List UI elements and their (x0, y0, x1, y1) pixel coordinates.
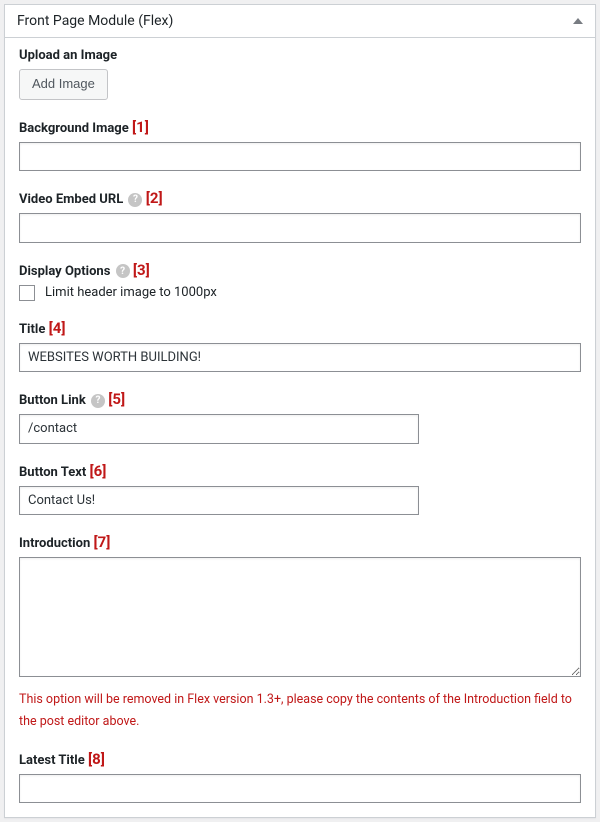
display-options-field: Display Options ? [3] Limit header image… (19, 261, 581, 301)
introduction-textarea[interactable] (19, 557, 581, 677)
title-label: Title [4] (19, 319, 581, 337)
button-link-field: Button Link ? [5] (19, 390, 581, 444)
video-embed-input[interactable] (19, 213, 581, 243)
panel-title: Front Page Module (Flex) (17, 13, 173, 29)
display-options-label-text: Display Options (19, 264, 110, 279)
introduction-label: Introduction [7] (19, 533, 581, 551)
limit-header-checkbox-row[interactable]: Limit header image to 1000px (19, 285, 581, 301)
help-icon[interactable]: ? (91, 394, 105, 408)
help-icon[interactable]: ? (116, 264, 130, 278)
button-link-label-text: Button Link (19, 393, 86, 408)
panel-body: Upload an Image Add Image Background Ima… (5, 38, 595, 817)
help-icon[interactable]: ? (128, 193, 142, 207)
panel-header[interactable]: Front Page Module (Flex) (5, 5, 595, 38)
background-image-label: Background Image [1] (19, 118, 581, 136)
annotation-5: [5] (108, 390, 125, 408)
button-text-input[interactable] (19, 486, 419, 516)
annotation-7: [7] (93, 533, 110, 551)
button-link-label: Button Link ? [5] (19, 390, 581, 408)
latest-title-field: Latest Title [8] (19, 750, 581, 804)
limit-header-checkbox-label: Limit header image to 1000px (45, 285, 217, 300)
add-image-button[interactable]: Add Image (19, 69, 108, 100)
display-options-label: Display Options ? [3] (19, 261, 581, 279)
button-link-input[interactable] (19, 414, 419, 444)
video-embed-label-text: Video Embed URL (19, 192, 123, 207)
annotation-1: [1] (132, 118, 149, 136)
background-image-field: Background Image [1] (19, 118, 581, 172)
introduction-label-text: Introduction (19, 536, 90, 551)
annotation-2: [2] (146, 189, 163, 207)
annotation-4: [4] (49, 319, 66, 337)
introduction-field: Introduction [7] This option will be rem… (19, 533, 581, 732)
latest-title-label: Latest Title [8] (19, 750, 581, 768)
limit-header-checkbox[interactable] (19, 285, 35, 301)
button-text-label-text: Button Text (19, 465, 86, 480)
collapse-icon[interactable] (573, 18, 583, 24)
annotation-6: [6] (89, 462, 106, 480)
annotation-8: [8] (88, 750, 105, 768)
introduction-warning: This option will be removed in Flex vers… (19, 689, 581, 732)
latest-title-input[interactable] (19, 774, 581, 804)
title-input[interactable] (19, 343, 581, 373)
latest-title-label-text: Latest Title (19, 753, 85, 768)
button-text-label: Button Text [6] (19, 462, 581, 480)
video-embed-label: Video Embed URL ? [2] (19, 189, 581, 207)
title-label-text: Title (19, 322, 45, 337)
annotation-3: [3] (133, 261, 150, 279)
background-image-input[interactable] (19, 142, 581, 172)
title-field: Title [4] (19, 319, 581, 373)
upload-image-label: Upload an Image (19, 48, 581, 63)
button-text-field: Button Text [6] (19, 462, 581, 516)
front-page-module-panel: Front Page Module (Flex) Upload an Image… (4, 4, 596, 818)
upload-image-field: Upload an Image Add Image (19, 48, 581, 100)
video-embed-field: Video Embed URL ? [2] (19, 189, 581, 243)
background-image-label-text: Background Image (19, 121, 129, 136)
